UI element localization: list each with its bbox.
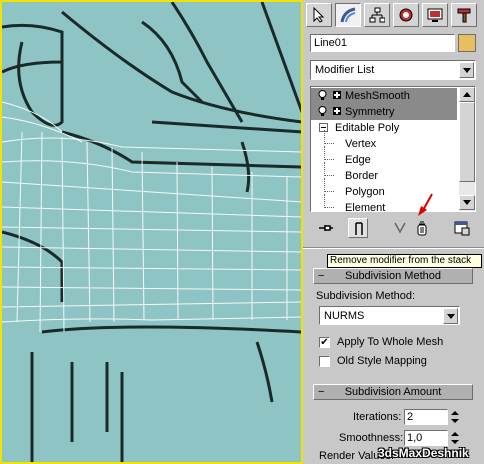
subdivision-method-select[interactable]: NURMS bbox=[319, 306, 460, 325]
cursor-arrow-icon bbox=[313, 7, 325, 23]
smoothness-input[interactable]: 1,0 bbox=[404, 430, 448, 446]
stack-item-label: Editable Poly bbox=[335, 122, 400, 134]
chevron-down-icon[interactable] bbox=[443, 308, 458, 324]
subobject-label: Edge bbox=[345, 154, 371, 166]
end-result-icon bbox=[355, 222, 363, 235]
watermark: 3dsMaxDeshnik bbox=[378, 446, 469, 460]
chevron-down-icon[interactable] bbox=[459, 62, 474, 78]
subdivision-method-value: NURMS bbox=[324, 310, 365, 322]
make-unique-icon bbox=[394, 222, 406, 234]
expand-icon[interactable] bbox=[333, 91, 341, 99]
panel-divider bbox=[303, 247, 484, 249]
chevron-down-icon bbox=[463, 200, 471, 205]
configure-sets-icon bbox=[454, 221, 470, 236]
make-unique-button[interactable] bbox=[390, 218, 410, 238]
object-color-swatch[interactable] bbox=[458, 34, 476, 52]
show-end-result-button[interactable] bbox=[348, 218, 368, 238]
lightbulb-icon[interactable] bbox=[318, 106, 327, 117]
pin-stack-button[interactable] bbox=[316, 218, 336, 238]
motion-tab[interactable] bbox=[393, 3, 419, 27]
stack-item-label: MeshSmooth bbox=[345, 90, 410, 102]
utilities-tab[interactable] bbox=[451, 3, 477, 27]
modifier-list-label: Modifier List bbox=[315, 64, 375, 76]
lightbulb-icon[interactable] bbox=[318, 90, 327, 101]
trash-can-icon bbox=[417, 221, 427, 236]
red-arrow-annotation bbox=[418, 193, 433, 216]
iterations-label: Iterations: bbox=[353, 411, 402, 423]
modify-arc-icon bbox=[340, 7, 356, 23]
scroll-down-button[interactable] bbox=[459, 195, 475, 210]
rollout-toggle[interactable]: − bbox=[318, 385, 324, 399]
subobject-label: Border bbox=[345, 170, 379, 182]
expand-icon[interactable] bbox=[333, 107, 341, 115]
hammer-icon bbox=[457, 8, 471, 23]
apply-whole-mesh-checkbox[interactable]: ✔ bbox=[319, 337, 330, 348]
command-panel: Line01 Modifier List MeshSmooth Symmetry… bbox=[303, 0, 484, 464]
stack-toolbar bbox=[310, 218, 476, 240]
display-tab[interactable] bbox=[422, 3, 448, 27]
subobject-label: Polygon bbox=[345, 186, 385, 198]
modify-tab[interactable] bbox=[335, 3, 361, 27]
old-style-mapping-label: Old Style Mapping bbox=[337, 355, 427, 367]
wireframe-canvas bbox=[2, 2, 301, 462]
display-monitor-icon bbox=[427, 8, 443, 22]
subdivision-method-rollout[interactable]: − Subdivision Method bbox=[313, 268, 473, 284]
old-style-mapping-checkbox[interactable] bbox=[319, 356, 330, 367]
subobject-label: Vertex bbox=[345, 138, 377, 150]
smoothness-label: Smoothness: bbox=[339, 432, 404, 444]
rollout-title: Subdivision Method bbox=[344, 270, 441, 282]
scroll-up-button[interactable] bbox=[459, 87, 475, 102]
hierarchy-icon bbox=[369, 7, 385, 23]
motion-circle-icon bbox=[399, 8, 413, 22]
stack-item-symmetry[interactable]: Symmetry bbox=[311, 104, 457, 120]
stack-item-meshsmooth[interactable]: MeshSmooth bbox=[311, 88, 457, 104]
apply-whole-mesh-label: Apply To Whole Mesh bbox=[337, 336, 444, 348]
create-tab[interactable] bbox=[306, 3, 332, 27]
subdivision-method-label: Subdivision Method: bbox=[316, 290, 416, 302]
iterations-spinner[interactable] bbox=[450, 409, 460, 425]
hierarchy-tab[interactable] bbox=[364, 3, 390, 27]
smoothness-spinner[interactable] bbox=[450, 430, 460, 446]
rollout-toggle[interactable]: − bbox=[318, 269, 324, 283]
modifier-stack[interactable]: MeshSmooth Symmetry Editable Poly Vertex… bbox=[310, 86, 476, 212]
tooltip: Remove modifier from the stack bbox=[327, 254, 482, 268]
subobject-label: Element bbox=[345, 202, 386, 212]
perspective-viewport[interactable] bbox=[0, 0, 303, 464]
subobject-element[interactable]: Element bbox=[311, 194, 457, 212]
stack-item-label: Symmetry bbox=[345, 106, 395, 118]
object-name-field[interactable]: Line01 bbox=[310, 34, 455, 52]
modifier-list-dropdown[interactable]: Modifier List bbox=[310, 60, 476, 80]
stack-scrollbar[interactable] bbox=[459, 87, 475, 211]
scroll-thumb[interactable] bbox=[459, 102, 475, 182]
pin-icon bbox=[319, 225, 333, 231]
configure-modifier-sets-button[interactable] bbox=[452, 218, 472, 238]
subdivision-amount-rollout[interactable]: − Subdivision Amount bbox=[313, 384, 473, 400]
chevron-up-icon bbox=[463, 92, 471, 97]
iterations-input[interactable]: 2 bbox=[404, 409, 448, 425]
rollout-title: Subdivision Amount bbox=[344, 386, 442, 398]
